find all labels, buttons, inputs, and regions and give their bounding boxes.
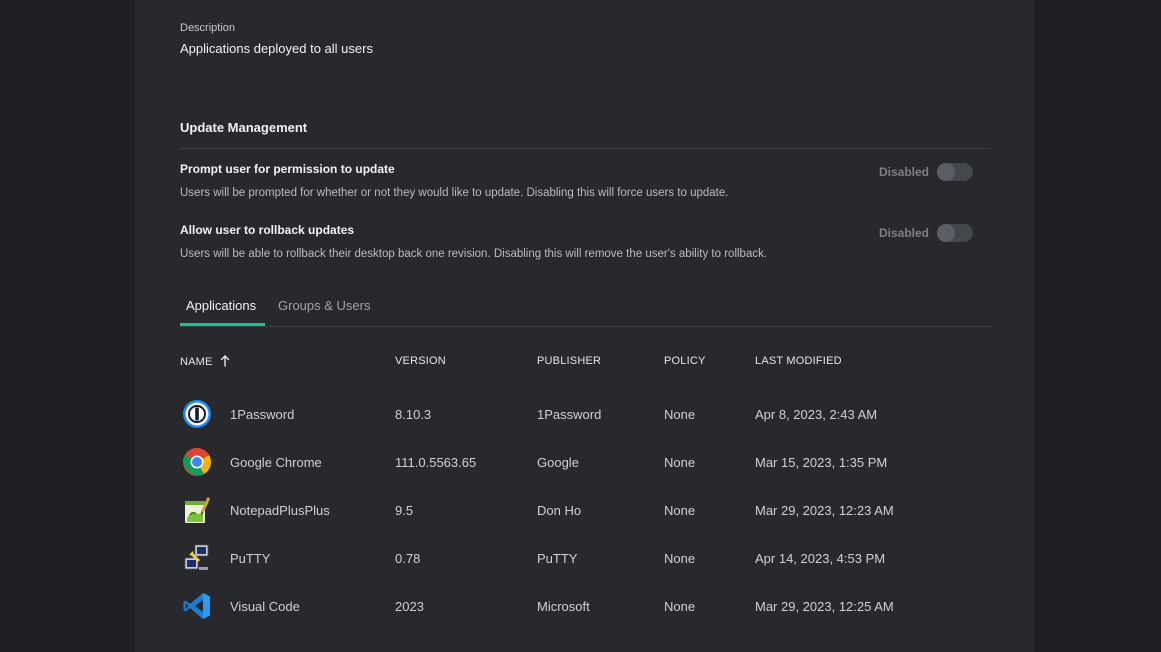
column-header-last-modified[interactable]: LAST MODIFIED bbox=[755, 355, 842, 367]
column-header-name-label: NAME bbox=[180, 356, 213, 368]
table-row[interactable]: NotepadPlusPlus 9.5 Don Ho None Mar 29, … bbox=[180, 486, 991, 534]
app-policy: None bbox=[664, 551, 696, 566]
app-version: 111.0.5563.65 bbox=[395, 455, 477, 470]
vscode-icon bbox=[183, 593, 210, 619]
tab-applications[interactable]: Applications bbox=[186, 298, 256, 313]
column-header-version[interactable]: VERSION bbox=[395, 355, 446, 367]
toggle-knob bbox=[937, 224, 955, 242]
page: Description Applications deployed to all… bbox=[0, 0, 1161, 652]
tab-groups-users[interactable]: Groups & Users bbox=[278, 298, 370, 313]
app-last-modified: Mar 29, 2023, 12:23 AM bbox=[755, 503, 894, 518]
description-value: Applications deployed to all users bbox=[180, 41, 373, 56]
putty-icon bbox=[184, 544, 209, 570]
prompt-update-title: Prompt user for permission to update bbox=[180, 162, 395, 176]
table-row[interactable]: Visual Code 2023 Microsoft None Mar 29, … bbox=[180, 582, 991, 630]
rollback-toggle[interactable] bbox=[937, 224, 973, 242]
app-version: 8.10.3 bbox=[395, 407, 432, 422]
prompt-update-state-label: Disabled bbox=[879, 165, 930, 179]
table-row[interactable]: 1Password 8.10.3 1Password None Apr 8, 2… bbox=[180, 390, 991, 438]
app-last-modified: Mar 29, 2023, 12:25 AM bbox=[755, 599, 894, 614]
prompt-update-toggle[interactable] bbox=[937, 163, 973, 181]
app-publisher: Don Ho bbox=[537, 503, 582, 518]
content-inner: Description Applications deployed to all… bbox=[180, 0, 991, 652]
prompt-update-description: Users will be prompted for whether or no… bbox=[180, 187, 729, 199]
app-last-modified: Apr 14, 2023, 4:53 PM bbox=[755, 551, 886, 566]
table-row[interactable]: PuTTY 0.78 PuTTY None Apr 14, 2023, 4:53… bbox=[180, 534, 991, 582]
app-policy: None bbox=[664, 455, 696, 470]
tabs-divider bbox=[180, 326, 991, 327]
app-publisher: Microsoft bbox=[537, 599, 590, 614]
active-tab-indicator bbox=[180, 323, 265, 326]
app-version: 0.78 bbox=[395, 551, 421, 566]
app-name: Visual Code bbox=[230, 599, 300, 614]
app-policy: None bbox=[664, 599, 696, 614]
rollback-description: Users will be able to rollback their des… bbox=[180, 248, 768, 260]
app-last-modified: Mar 15, 2023, 1:35 PM bbox=[755, 455, 888, 470]
description-label: Description bbox=[180, 22, 236, 34]
app-last-modified: Apr 8, 2023, 2:43 AM bbox=[755, 407, 878, 422]
content-panel: Description Applications deployed to all… bbox=[135, 0, 1034, 652]
column-header-publisher[interactable]: PUBLISHER bbox=[537, 355, 601, 367]
app-name: NotepadPlusPlus bbox=[230, 503, 330, 518]
rollback-title: Allow user to rollback updates bbox=[180, 223, 355, 237]
app-name: PuTTY bbox=[230, 551, 271, 566]
app-name: Google Chrome bbox=[230, 455, 322, 470]
rollback-state-label: Disabled bbox=[879, 226, 930, 240]
app-policy: None bbox=[664, 407, 696, 422]
app-version: 9.5 bbox=[395, 503, 414, 518]
app-version: 2023 bbox=[395, 599, 424, 614]
1password-icon bbox=[183, 400, 211, 428]
app-name: 1Password bbox=[230, 407, 295, 422]
sort-ascending-icon bbox=[220, 355, 230, 367]
toggle-knob bbox=[937, 163, 955, 181]
section-divider bbox=[180, 148, 991, 149]
app-publisher: PuTTY bbox=[537, 551, 578, 566]
table-row[interactable]: Google Chrome 111.0.5563.65 Google None … bbox=[180, 438, 991, 486]
update-management-title: Update Management bbox=[180, 120, 308, 135]
column-header-policy[interactable]: POLICY bbox=[664, 355, 706, 367]
notepadplusplus-icon bbox=[185, 497, 210, 523]
column-header-name[interactable]: NAME bbox=[180, 355, 230, 368]
chrome-icon bbox=[183, 448, 211, 476]
app-publisher: Google bbox=[537, 455, 579, 470]
app-policy: None bbox=[664, 503, 696, 518]
app-publisher: 1Password bbox=[537, 407, 602, 422]
